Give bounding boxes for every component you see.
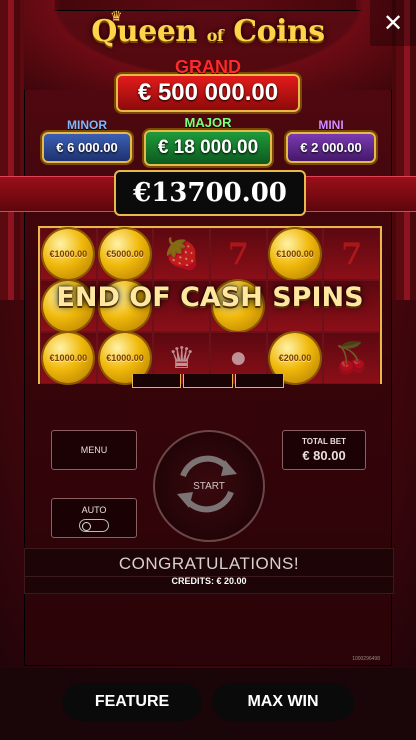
reel-cell: 🍒 bbox=[323, 332, 380, 384]
jackpot-major-label: MAJOR bbox=[184, 115, 232, 130]
jackpot-minor-value: € 6 000.00 bbox=[42, 132, 132, 163]
jackpot-minor: MINOR € 6 000.00 bbox=[42, 118, 132, 163]
jackpot-grand-value: € 500 000.00 bbox=[116, 74, 300, 112]
jackpot-grand-label: GRAND bbox=[175, 57, 241, 77]
credits-text: CREDITS: € 20.00 bbox=[171, 576, 247, 586]
jackpot-grand: GRAND € 500 000.00 bbox=[116, 57, 300, 112]
reel-cell: 7 bbox=[323, 228, 380, 280]
auto-label: AUTO bbox=[81, 505, 107, 515]
reel-cell: €1000.00 bbox=[266, 228, 324, 280]
total-bet-display[interactable]: TOTAL BET € 80.00 bbox=[282, 430, 366, 470]
start-label: START bbox=[193, 480, 225, 492]
jackpot-major-value: € 18 000.00 bbox=[144, 130, 272, 166]
coin-icon: €5000.00 bbox=[99, 229, 150, 279]
end-of-cash-spins-banner: END OF CASH SPINS bbox=[56, 282, 364, 313]
max-win-button[interactable]: MAX WIN bbox=[212, 683, 354, 721]
reel-footer bbox=[132, 374, 284, 388]
reel-cell: 7 bbox=[210, 228, 267, 280]
auto-toggle[interactable] bbox=[79, 519, 109, 532]
game-id: 1000296498 bbox=[352, 656, 380, 662]
close-button[interactable]: ✕ bbox=[370, 0, 416, 46]
reel-cell: €1000.00 bbox=[40, 228, 97, 280]
message-panel: CONGRATULATIONS! CREDITS: € 20.00 bbox=[24, 548, 394, 594]
reel-cell: €5000.00 bbox=[96, 228, 154, 280]
feature-button[interactable]: FEATURE bbox=[62, 683, 202, 721]
coin-icon: €1000.00 bbox=[43, 333, 94, 383]
reel-cell: €1000.00 bbox=[40, 332, 97, 384]
total-bet-value: € 80.00 bbox=[302, 448, 346, 463]
jackpot-minor-label: MINOR bbox=[67, 118, 107, 132]
logo-word-2: Coins bbox=[233, 14, 325, 49]
total-bet-label: TOTAL BET bbox=[302, 437, 346, 446]
jackpot-mini-value: € 2 000.00 bbox=[286, 132, 376, 163]
close-icon: ✕ bbox=[382, 9, 404, 37]
message-divider bbox=[25, 576, 393, 577]
coin-icon: €1000.00 bbox=[269, 229, 320, 279]
congratulations-text: CONGRATULATIONS! bbox=[118, 554, 300, 573]
logo-word-1: Queen bbox=[91, 14, 197, 49]
coin-icon: €1000.00 bbox=[43, 229, 94, 279]
jackpot-mini: MINI € 2 000.00 bbox=[286, 118, 376, 163]
orange-icon: ● bbox=[229, 341, 248, 374]
jackpot-mini-label: MINI bbox=[318, 118, 344, 132]
win-amount: €13700.00 bbox=[114, 170, 306, 216]
logo-word-of: of bbox=[206, 26, 224, 45]
seven-icon: 7 bbox=[227, 236, 249, 272]
jackpot-major: MAJOR € 18 000.00 bbox=[144, 116, 272, 166]
jester-icon: ♛ bbox=[168, 341, 196, 375]
reel-cell: 🍓 bbox=[153, 228, 210, 280]
cherry-icon: 🍒 bbox=[332, 341, 371, 375]
game-logo: Queen of Coins bbox=[0, 14, 416, 49]
menu-button[interactable]: MENU bbox=[51, 430, 137, 470]
strawberry-icon: 🍓 bbox=[162, 237, 201, 271]
auto-button[interactable]: AUTO bbox=[51, 498, 137, 538]
start-spin-button[interactable]: START bbox=[153, 430, 265, 542]
game-stage: ♛ Queen of Coins GRAND € 500 000.00 MINO… bbox=[0, 0, 416, 668]
seven-icon: 7 bbox=[341, 236, 363, 272]
